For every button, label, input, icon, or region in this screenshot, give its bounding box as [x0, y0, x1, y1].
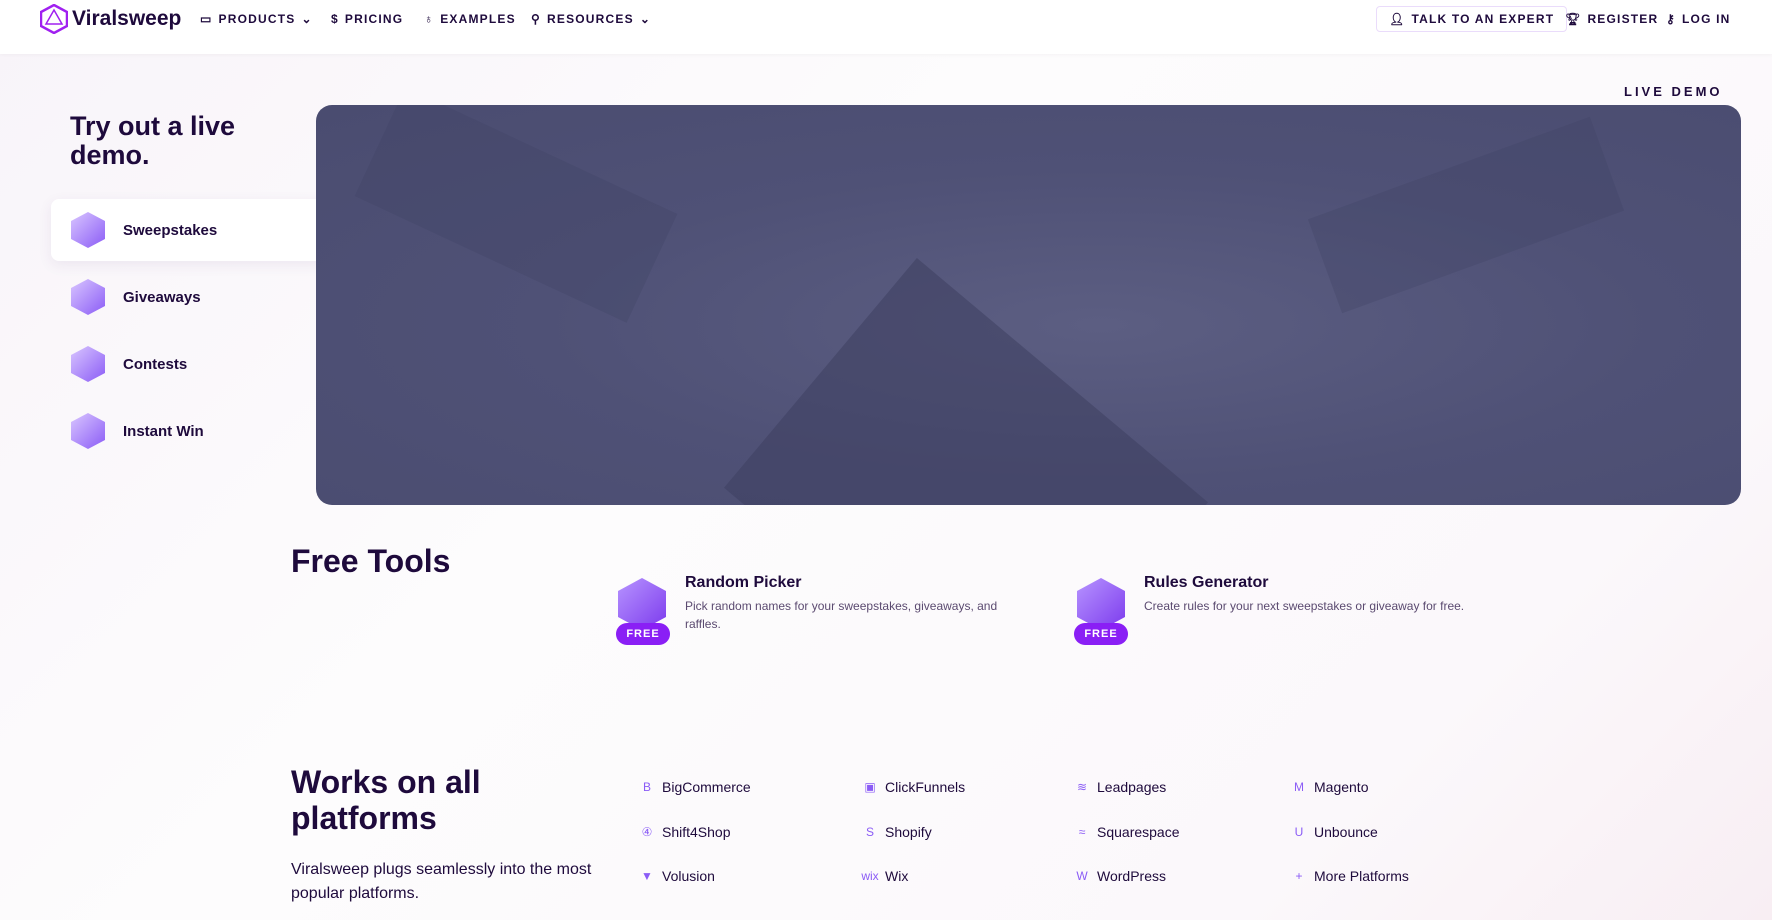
- contests-icon: [71, 346, 105, 382]
- nav-products-label: PRODUCTS: [218, 12, 296, 26]
- platform-link[interactable]: ▣ ClickFunnels: [863, 779, 965, 795]
- random-picker-link[interactable]: Random Picker: [685, 574, 801, 592]
- top-nav: Viralsweep ▭ PRODUCTS ⌄ $ PRICING ♁ EXAMPLES…: [0, 0, 1772, 54]
- nav-pricing[interactable]: $ PRICING: [331, 12, 403, 26]
- platform-label: Leadpages: [1097, 779, 1167, 795]
- platform-link[interactable]: + More Platforms: [1292, 868, 1409, 884]
- demo-tab-giveaways[interactable]: Giveaways: [51, 266, 326, 328]
- demo-tab-instant-win[interactable]: Instant Win: [51, 400, 326, 462]
- demo-tab-contests[interactable]: Contests: [51, 333, 326, 395]
- nav-products[interactable]: ▭ PRODUCTS ⌄: [200, 12, 313, 26]
- platform-link[interactable]: ▼ Volusion: [640, 868, 715, 884]
- login-label: LOG IN: [1682, 12, 1731, 26]
- rules-generator-link[interactable]: Rules Generator: [1144, 574, 1268, 592]
- logo-icon: [40, 4, 68, 34]
- platform-link[interactable]: ≈ Squarespace: [1075, 824, 1180, 840]
- platform-icon: W: [1076, 869, 1088, 883]
- platform-icon: wix: [861, 869, 879, 883]
- platform-icon: ≋: [1076, 780, 1088, 794]
- platform-label: BigCommerce: [662, 779, 751, 795]
- platform-icon: S: [865, 825, 874, 839]
- platform-link[interactable]: B BigCommerce: [640, 779, 751, 795]
- platform-icon: U: [1294, 825, 1304, 839]
- platform-label: Volusion: [662, 868, 715, 884]
- chevron-down-icon: ⌄: [639, 12, 652, 26]
- platform-label: More Platforms: [1314, 868, 1409, 884]
- platform-link[interactable]: ≋ Leadpages: [1075, 779, 1166, 795]
- user-icon: 👤︎: [1389, 12, 1406, 26]
- platform-icon: B: [642, 780, 651, 794]
- platform-link[interactable]: ④ Shift4Shop: [640, 824, 731, 840]
- rules-generator-desc: Create rules for your next sweepstakes o…: [1144, 599, 1465, 613]
- platform-link[interactable]: S Shopify: [863, 824, 932, 840]
- free-tools-heading: Free Tools: [291, 543, 451, 579]
- lightbulb-icon: ♁: [424, 12, 435, 26]
- platform-link[interactable]: M Magento: [1292, 779, 1368, 795]
- live-demo-preview[interactable]: [316, 105, 1741, 505]
- logo-text: Viralsweep: [72, 7, 182, 30]
- search-icon: ⚲: [531, 12, 541, 26]
- tab-label: Instant Win: [123, 422, 204, 440]
- live-demo-label: LIVE DEMO: [1624, 84, 1723, 99]
- platform-icon: M: [1294, 780, 1304, 794]
- trophy-icon: 🏆︎: [1565, 12, 1582, 26]
- register-label: REGISTER: [1587, 12, 1659, 26]
- platform-label: Squarespace: [1097, 824, 1180, 840]
- key-icon: ⚷: [1666, 12, 1676, 26]
- platform-icon: +: [1295, 869, 1303, 883]
- platform-label: WordPress: [1097, 868, 1166, 884]
- platform-icon: ④: [641, 825, 653, 839]
- instant-win-icon: [71, 413, 105, 449]
- demo-tab-sweepstakes[interactable]: Sweepstakes: [51, 199, 326, 261]
- platform-icon: ▼: [641, 869, 653, 883]
- register-link[interactable]: 🏆︎ REGISTER: [1565, 12, 1658, 26]
- platform-label: Magento: [1314, 779, 1369, 795]
- chevron-down-icon: ⌄: [301, 12, 313, 26]
- nav-resources[interactable]: ⚲ RESOURCES ⌄: [531, 12, 651, 26]
- nav-resources-label: RESOURCES: [547, 12, 634, 26]
- sweepstakes-icon: [71, 212, 105, 248]
- nav-examples-label: EXAMPLES: [440, 12, 516, 26]
- platform-label: ClickFunnels: [885, 779, 966, 795]
- tab-label: Sweepstakes: [123, 221, 218, 239]
- nav-examples[interactable]: ♁ EXAMPLES: [424, 12, 516, 26]
- platform-link[interactable]: wix Wix: [861, 868, 909, 884]
- dollar-icon: $: [331, 12, 339, 26]
- free-badge: FREE: [1074, 623, 1128, 645]
- platform-icon: ≈: [1078, 825, 1086, 839]
- free-badge: FREE: [616, 623, 670, 645]
- platform-label: Unbounce: [1314, 824, 1378, 840]
- platform-label: Shift4Shop: [662, 824, 731, 840]
- logo[interactable]: Viralsweep: [40, 4, 181, 34]
- monitor-icon: ▭: [200, 12, 213, 26]
- platform-icon: ▣: [864, 780, 876, 794]
- login-link[interactable]: ⚷ LOG IN: [1666, 12, 1731, 26]
- platform-link[interactable]: U Unbounce: [1292, 824, 1378, 840]
- random-picker-desc: Pick random names for your sweepstakes, …: [685, 599, 998, 631]
- platforms-heading: Works on all platforms: [291, 764, 481, 836]
- platform-label: Shopify: [885, 824, 932, 840]
- giveaways-icon: [71, 279, 105, 315]
- talk-to-expert-button[interactable]: 👤︎ TALK TO AN EXPERT: [1376, 6, 1568, 32]
- tab-label: Contests: [123, 355, 188, 373]
- platform-link[interactable]: W WordPress: [1075, 868, 1166, 884]
- platforms-desc: Viralsweep plugs seamlessly into the mos…: [291, 861, 592, 902]
- tab-label: Giveaways: [123, 288, 201, 306]
- nav-pricing-label: PRICING: [344, 12, 404, 26]
- hero-title: Try out a live demo.: [70, 111, 236, 170]
- platform-label: Wix: [885, 868, 909, 884]
- expert-label: TALK TO AN EXPERT: [1411, 12, 1555, 26]
